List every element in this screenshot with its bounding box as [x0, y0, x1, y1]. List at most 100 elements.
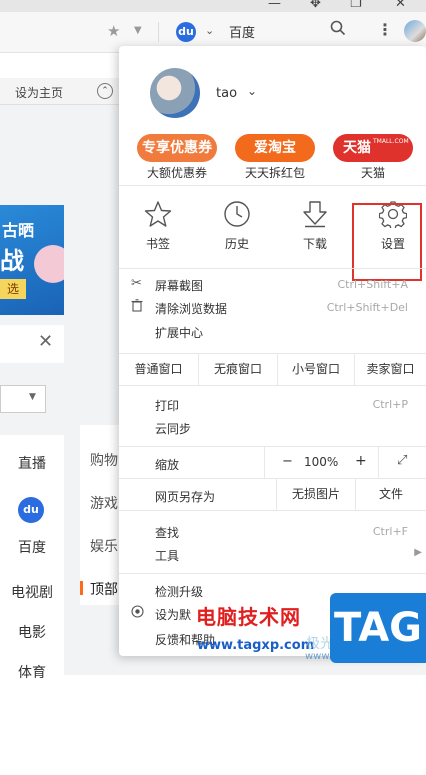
divider [119, 510, 426, 511]
promo-caption[interactable]: 天天拆红包 [245, 164, 305, 181]
baidu-paw-icon[interactable]: du [176, 22, 196, 42]
promo-caption[interactable]: 大额优惠券 [147, 164, 207, 181]
ad-banner[interactable]: 古晒 战 选 [0, 205, 64, 315]
star-outline-icon [123, 200, 193, 228]
pin-icon[interactable]: ✥ [310, 0, 321, 11]
side-nav-item[interactable]: 电视剧 [0, 582, 64, 602]
divider [119, 385, 426, 386]
active-indicator [80, 581, 83, 595]
zoom-in-button[interactable]: + [355, 453, 367, 469]
menu-item-label: 屏幕截图 [155, 279, 204, 293]
promo-badge: 天猫 [343, 140, 371, 156]
window-incognito-button[interactable]: 无痕窗口 [198, 353, 277, 385]
banner-image [34, 245, 64, 283]
downloads-button[interactable]: 下载 [280, 200, 350, 260]
side-nav-item[interactable]: 百度 [0, 537, 64, 557]
watermark-tag-logo: TAG [330, 593, 426, 663]
category-item[interactable]: 购物 [90, 450, 118, 470]
tool-label: 历史 [224, 237, 249, 251]
window-titlebar: — ✥ ❐ ✕ [0, 0, 426, 12]
category-item[interactable]: 娱乐 [90, 536, 118, 556]
banner-button[interactable]: 选 [0, 279, 26, 299]
profile-username[interactable]: tao [216, 86, 237, 101]
close-icon[interactable]: ✕ [38, 331, 53, 352]
trash-icon [131, 299, 143, 316]
menu-item-label: 清除浏览数据 [155, 302, 228, 316]
side-nav-item[interactable]: 直播 [0, 453, 64, 473]
tool-label: 下载 [302, 237, 327, 251]
side-nav-item[interactable]: 体育 [0, 662, 64, 682]
watermark-url: www.tagxp.com [197, 638, 315, 653]
download-icon [280, 200, 350, 228]
side-nav-item[interactable]: 电影 [0, 622, 64, 642]
search-box[interactable]: ✕ [0, 325, 64, 363]
user-avatar[interactable] [404, 20, 426, 42]
menu-item-label: 检测升级 [155, 585, 204, 599]
shortcut-text: Ctrl+Shift+Del [326, 301, 408, 314]
tool-label: 书签 [145, 237, 170, 251]
shortcut-text: Ctrl+F [372, 525, 408, 538]
minimize-icon[interactable]: — [268, 0, 281, 11]
browser-main-menu: tao ⌄ 专享优惠券 大额优惠券 爱淘宝 天天拆红包 天猫 TMALL.COM… [119, 46, 426, 656]
menu-item-label: 打印 [155, 399, 180, 413]
page-dropdown[interactable]: ▼ [0, 385, 46, 413]
menu-item-label: 查找 [155, 526, 180, 540]
bookmarks-button[interactable]: 书签 [123, 200, 193, 260]
engine-dropdown-icon[interactable]: ⌄ [205, 24, 214, 37]
side-nav: 直播 百度 电视剧 电影 体育 [0, 435, 64, 775]
menu-item-print[interactable]: 打印 Ctrl+P [119, 395, 426, 417]
zoom-out-button[interactable]: − [282, 454, 293, 469]
category-nav: 购物 游戏 娱乐 顶部 [80, 425, 124, 605]
divider [119, 185, 426, 186]
window-type-row: 普通窗口 无痕窗口 小号窗口 卖家窗口 [119, 353, 426, 385]
radio-icon [131, 605, 144, 622]
zoom-level: 100% [304, 455, 339, 469]
save-file-button[interactable]: 文件 [355, 478, 426, 510]
save-lossless-image-button[interactable]: 无损图片 [276, 478, 355, 510]
category-item[interactable]: 游戏 [90, 493, 118, 513]
promo-tmall[interactable]: 天猫 TMALL.COM [333, 134, 413, 162]
window-small-button[interactable]: 小号窗口 [277, 353, 354, 385]
menu-item-extensions[interactable]: 扩展中心 [119, 322, 426, 344]
menu-item-screenshot[interactable]: ✂ 屏幕截图 Ctrl+Shift+A [119, 275, 426, 297]
search-engine-name[interactable]: 百度 [229, 22, 255, 41]
promo-taobao[interactable]: 爱淘宝 [235, 134, 315, 162]
history-button[interactable]: 历史 [202, 200, 272, 260]
settings-highlight-box [352, 203, 422, 281]
menu-item-clear-data[interactable]: 清除浏览数据 Ctrl+Shift+Del [119, 298, 426, 320]
menu-item-cloud-sync[interactable]: 云同步 [119, 418, 426, 440]
toolbar-divider [158, 22, 159, 42]
expand-arrows-icon[interactable]: ⤢ [397, 453, 407, 468]
circle-arrow-up-icon[interactable]: ⌃ [97, 83, 113, 99]
window-normal-button[interactable]: 普通窗口 [119, 353, 198, 385]
divider [119, 268, 426, 269]
baidu-paw-icon[interactable]: du [18, 497, 44, 523]
clock-icon [202, 200, 272, 228]
caret-down-icon[interactable]: ▼ [134, 25, 142, 36]
promo-badge: 专享优惠券 [142, 140, 212, 156]
chevron-down-icon[interactable]: ⌄ [247, 84, 257, 98]
restore-icon[interactable]: ❐ [350, 0, 362, 11]
set-home-link[interactable]: 设为主页 [15, 84, 63, 101]
divider [378, 446, 379, 478]
menu-item-label: 扩展中心 [155, 326, 204, 340]
close-icon[interactable]: ✕ [395, 0, 406, 11]
menu-item-label: 工具 [155, 549, 180, 563]
category-item-active[interactable]: 顶部 [90, 579, 118, 599]
menu-item-tools[interactable]: 工具 ▶ [119, 545, 426, 567]
promo-coupon[interactable]: 专享优惠券 [137, 134, 217, 162]
save-as-button[interactable]: 网页另存为 [155, 488, 215, 505]
promo-caption[interactable]: 天猫 [361, 164, 385, 181]
menu-item-label: 云同步 [155, 422, 192, 436]
shortcut-text: Ctrl+Shift+A [337, 278, 408, 291]
profile-avatar[interactable] [150, 68, 200, 118]
tmall-logo-text: TMALL.COM [373, 138, 409, 145]
divider [264, 446, 265, 478]
star-icon[interactable]: ★ [107, 22, 120, 40]
vertical-dots-icon[interactable]: ⋮ [377, 20, 393, 39]
zoom-label: 缩放 [155, 458, 180, 472]
banner-text: 古晒 [2, 221, 35, 240]
magnifier-icon[interactable] [330, 20, 346, 40]
menu-item-find[interactable]: 查找 Ctrl+F [119, 522, 426, 544]
window-seller-button[interactable]: 卖家窗口 [354, 353, 426, 385]
